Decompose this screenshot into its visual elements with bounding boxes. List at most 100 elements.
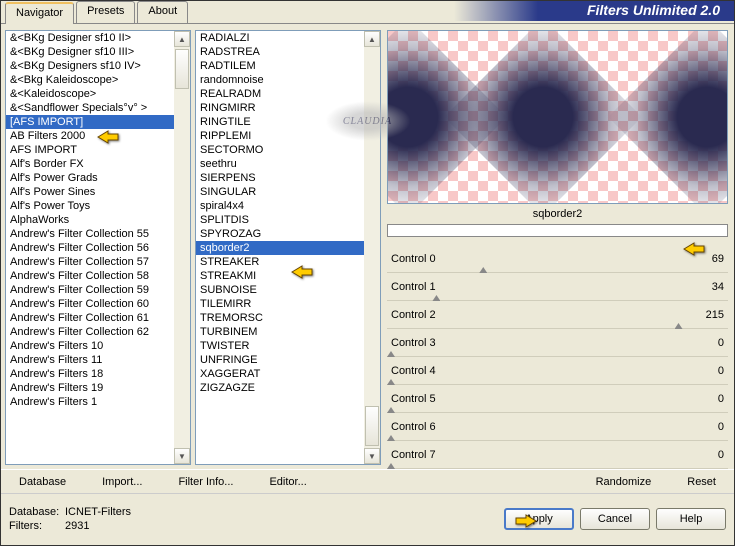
randomize-button[interactable]: Randomize xyxy=(578,476,670,488)
list-item[interactable]: Andrew's Filter Collection 56 xyxy=(6,241,190,255)
list-item[interactable]: Alf's Border FX xyxy=(6,157,190,171)
scroll-down-icon[interactable]: ▼ xyxy=(174,448,190,464)
list-item[interactable]: XAGGERAT xyxy=(196,367,380,381)
scroll-thumb[interactable] xyxy=(175,49,189,89)
list-item[interactable]: TURBINEM xyxy=(196,325,380,339)
control-row[interactable]: Control 134 xyxy=(387,273,728,301)
tab-presets[interactable]: Presets xyxy=(76,1,135,23)
list-item[interactable]: RADTILEM xyxy=(196,59,380,73)
list-item[interactable]: RINGMIRR xyxy=(196,101,380,115)
apply-button[interactable]: Apply xyxy=(504,508,574,530)
control-label: Control 6 xyxy=(387,421,688,433)
filter-info-button[interactable]: Filter Info... xyxy=(160,476,251,488)
tab-navigator[interactable]: Navigator xyxy=(5,2,74,24)
list-item[interactable]: &<Sandflower Specials°v° > xyxy=(6,101,190,115)
reset-button[interactable]: Reset xyxy=(669,476,734,488)
list-item[interactable]: Andrew's Filter Collection 60 xyxy=(6,297,190,311)
control-label: Control 4 xyxy=(387,365,688,377)
scroll-up-icon[interactable]: ▲ xyxy=(174,31,190,47)
control-label: Control 3 xyxy=(387,337,688,349)
list-item[interactable]: UNFRINGE xyxy=(196,353,380,367)
list-item[interactable]: &<BKg Designers sf10 IV> xyxy=(6,59,190,73)
control-label: Control 1 xyxy=(387,281,688,293)
list-item[interactable]: SPLITDIS xyxy=(196,213,380,227)
list-item[interactable]: SPYROZAG xyxy=(196,227,380,241)
scroll-up-icon[interactable]: ▲ xyxy=(364,31,380,47)
scroll-down-icon[interactable]: ▼ xyxy=(364,448,380,464)
control-row[interactable]: Control 069 xyxy=(387,245,728,273)
list-item[interactable]: REALRADM xyxy=(196,87,380,101)
list-item[interactable]: Andrew's Filters 19 xyxy=(6,381,190,395)
status-text: Database: ICNET-Filters Filters: 2931 xyxy=(9,506,131,532)
list-item[interactable]: Alf's Power Sines xyxy=(6,185,190,199)
list-item[interactable]: &<Bkg Kaleidoscope> xyxy=(6,73,190,87)
list-item[interactable]: SINGULAR xyxy=(196,185,380,199)
list-item[interactable]: TILEMIRR xyxy=(196,297,380,311)
list-item[interactable]: sqborder2 xyxy=(196,241,380,255)
control-value: 0 xyxy=(688,365,728,377)
editor-button[interactable]: Editor... xyxy=(251,476,324,488)
scrollbar[interactable]: ▲ ▼ xyxy=(364,31,380,464)
control-value: 69 xyxy=(688,253,728,265)
list-item[interactable]: SIERPENS xyxy=(196,171,380,185)
list-item[interactable]: ZIGZAGZE xyxy=(196,381,380,395)
list-item[interactable]: TREMORSC xyxy=(196,311,380,325)
list-item[interactable]: RADSTREA xyxy=(196,45,380,59)
control-row[interactable]: Control 60 xyxy=(387,413,728,441)
list-item[interactable]: STREAKMI xyxy=(196,269,380,283)
list-item[interactable]: seethru xyxy=(196,157,380,171)
category-list[interactable]: &<BKg Designer sf10 II>&<BKg Designer sf… xyxy=(5,30,191,465)
list-item[interactable]: RADIALZI xyxy=(196,31,380,45)
list-item[interactable]: AFS IMPORT xyxy=(6,143,190,157)
list-item[interactable]: TWISTER xyxy=(196,339,380,353)
list-item[interactable]: AlphaWorks xyxy=(6,213,190,227)
help-button[interactable]: Help xyxy=(656,508,726,530)
control-row[interactable]: Control 2215 xyxy=(387,301,728,329)
list-item[interactable]: Andrew's Filter Collection 57 xyxy=(6,255,190,269)
list-item[interactable]: SUBNOISE xyxy=(196,283,380,297)
list-item[interactable]: Alf's Power Toys xyxy=(6,199,190,213)
control-value: 34 xyxy=(688,281,728,293)
filters-label: Filters: xyxy=(9,520,65,532)
control-label: Control 2 xyxy=(387,309,688,321)
list-item[interactable]: RIPPLEMI xyxy=(196,129,380,143)
tab-bar: Navigator Presets About xyxy=(1,1,188,23)
list-item[interactable]: Andrew's Filter Collection 61 xyxy=(6,311,190,325)
cancel-button[interactable]: Cancel xyxy=(580,508,650,530)
list-item[interactable]: AB Filters 2000 xyxy=(6,129,190,143)
list-item[interactable]: [AFS IMPORT] xyxy=(6,115,190,129)
list-item[interactable]: Andrew's Filters 11 xyxy=(6,353,190,367)
database-button[interactable]: Database xyxy=(1,476,84,488)
list-item[interactable]: &<BKg Designer sf10 III> xyxy=(6,45,190,59)
list-item[interactable]: spiral4x4 xyxy=(196,199,380,213)
slider-thumb[interactable] xyxy=(387,463,395,469)
list-item[interactable]: randomnoise xyxy=(196,73,380,87)
list-item[interactable]: Andrew's Filter Collection 55 xyxy=(6,227,190,241)
list-item[interactable]: Andrew's Filter Collection 58 xyxy=(6,269,190,283)
control-row[interactable]: Control 70 xyxy=(387,441,728,469)
list-item[interactable]: SECTORMO xyxy=(196,143,380,157)
control-row[interactable]: Control 40 xyxy=(387,357,728,385)
list-item[interactable]: RINGTILE xyxy=(196,115,380,129)
list-item[interactable]: Andrew's Filters 18 xyxy=(6,367,190,381)
list-item[interactable]: Andrew's Filter Collection 59 xyxy=(6,283,190,297)
progress-bar xyxy=(387,224,728,237)
preview-area xyxy=(387,30,728,204)
list-item[interactable]: Alf's Power Grads xyxy=(6,171,190,185)
tab-about[interactable]: About xyxy=(137,1,188,23)
filters-value: 2931 xyxy=(65,520,89,532)
scroll-thumb[interactable] xyxy=(365,406,379,446)
scrollbar[interactable]: ▲ ▼ xyxy=(174,31,190,464)
filter-list[interactable]: RADIALZIRADSTREARADTILEMrandomnoiseREALR… xyxy=(195,30,381,465)
list-item[interactable]: STREAKER xyxy=(196,255,380,269)
control-row[interactable]: Control 30 xyxy=(387,329,728,357)
control-value: 0 xyxy=(688,337,728,349)
preview-label: sqborder2 xyxy=(387,204,728,222)
list-item[interactable]: &<BKg Designer sf10 II> xyxy=(6,31,190,45)
list-item[interactable]: Andrew's Filters 10 xyxy=(6,339,190,353)
list-item[interactable]: Andrew's Filters 1 xyxy=(6,395,190,409)
import-button[interactable]: Import... xyxy=(84,476,160,488)
list-item[interactable]: &<Kaleidoscope> xyxy=(6,87,190,101)
control-row[interactable]: Control 50 xyxy=(387,385,728,413)
list-item[interactable]: Andrew's Filter Collection 62 xyxy=(6,325,190,339)
